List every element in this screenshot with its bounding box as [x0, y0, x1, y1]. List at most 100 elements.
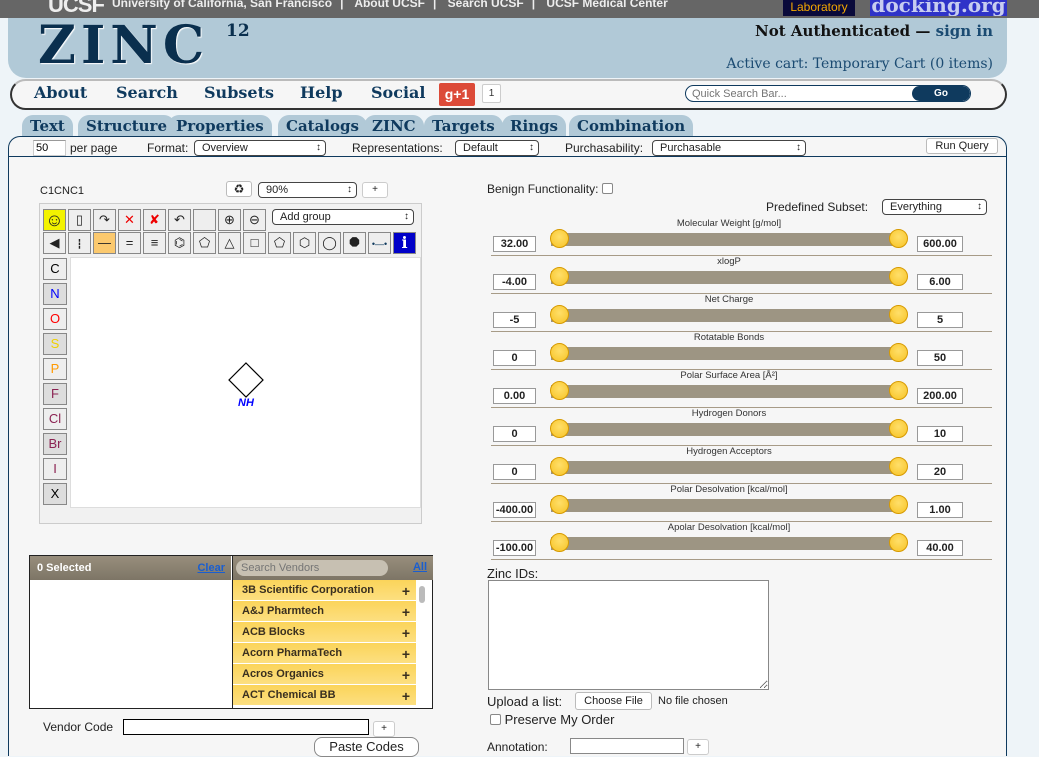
purchasability-select[interactable]: Purchasable	[652, 140, 806, 156]
ucsf-link-medical-center[interactable]: UCSF Medical Center	[546, 0, 667, 10]
recycle-button[interactable]: ♻	[226, 181, 252, 197]
property-range-track[interactable]	[551, 499, 901, 512]
atom-button-i[interactable]: I	[43, 458, 67, 480]
atom-button-x[interactable]: X	[43, 483, 67, 505]
add-vendor-icon[interactable]: +	[402, 583, 410, 599]
property-range-track[interactable]	[551, 423, 901, 436]
blank-tool-button[interactable]	[193, 209, 216, 231]
representations-select[interactable]: Default	[455, 140, 539, 156]
property-range-track[interactable]	[551, 309, 901, 322]
per-page-input[interactable]	[33, 140, 66, 156]
range-max-handle[interactable]	[889, 343, 908, 362]
smiley-button[interactable]: ☺	[43, 209, 66, 231]
property-min-input[interactable]: -5	[493, 312, 536, 328]
property-min-input[interactable]: 0.00	[493, 388, 536, 404]
cyclopentadiene-button[interactable]: ⬠	[193, 232, 216, 254]
pentagon-ring-button[interactable]: ⬠	[268, 232, 291, 254]
rotate-add-button[interactable]: ↷	[93, 209, 116, 231]
range-min-handle[interactable]	[550, 495, 569, 514]
tab-rings[interactable]: Rings	[502, 115, 567, 137]
property-max-input[interactable]: 600.00	[917, 236, 963, 252]
laboratory-badge[interactable]: Laboratory	[783, 0, 855, 16]
info-button[interactable]: i	[393, 232, 416, 254]
add-vendor-icon[interactable]: +	[402, 688, 410, 704]
range-min-handle[interactable]	[550, 343, 569, 362]
vendor-list-scrollbar[interactable]	[419, 586, 425, 603]
sketch-canvas[interactable]: NH	[70, 257, 421, 508]
double-bond-button[interactable]: =	[118, 232, 141, 254]
quick-search-go-button[interactable]: Go	[912, 86, 970, 101]
square-ring-button[interactable]: □	[243, 232, 266, 254]
add-vendor-code-button[interactable]: +	[373, 721, 395, 737]
zinc-logo[interactable]: ZINC	[38, 18, 209, 74]
vendor-list-item[interactable]: Acros Organics +	[233, 664, 416, 685]
ucsf-link-about[interactable]: About UCSF	[354, 0, 425, 10]
tab-zinc[interactable]: ZINC	[364, 115, 424, 137]
wedge-bond-button[interactable]: ◀	[43, 232, 66, 254]
hash-bond-button[interactable]: ┇	[68, 232, 91, 254]
add-annotation-button[interactable]: +	[687, 739, 709, 755]
preserve-order-checkbox[interactable]	[490, 714, 501, 725]
vendor-list-item[interactable]: Acorn PharmaTech +	[233, 643, 416, 664]
add-vendor-icon[interactable]: +	[402, 646, 410, 662]
property-min-input[interactable]: 0	[493, 350, 536, 366]
new-page-button[interactable]: ▯	[68, 209, 91, 231]
vendor-search-input[interactable]	[236, 560, 388, 576]
atom-button-s[interactable]: S	[43, 333, 67, 355]
ucsf-link-search[interactable]: Search UCSF	[448, 0, 524, 10]
property-min-input[interactable]: -4.00	[493, 274, 536, 290]
property-range-track[interactable]	[551, 233, 901, 246]
atom-button-c[interactable]: C	[43, 258, 67, 280]
vendor-list-item[interactable]: ACB Blocks +	[233, 622, 416, 643]
add-group-select[interactable]: Add group	[272, 209, 414, 225]
sign-in-link[interactable]: sign in	[936, 22, 993, 40]
add-vendor-icon[interactable]: +	[402, 604, 410, 620]
range-min-handle[interactable]	[550, 229, 569, 248]
zoom-select[interactable]: 90%	[258, 182, 357, 198]
charge-plus-button[interactable]: ⊕	[218, 209, 241, 231]
octagon-ring-button[interactable]: ⯃	[343, 232, 366, 254]
nav-about[interactable]: About	[34, 83, 87, 102]
property-max-input[interactable]: 200.00	[917, 388, 963, 404]
property-range-track[interactable]	[551, 461, 901, 474]
property-range-track[interactable]	[551, 385, 901, 398]
range-min-handle[interactable]	[550, 381, 569, 400]
heptagon-ring-button[interactable]: ◯	[318, 232, 341, 254]
atom-button-p[interactable]: P	[43, 358, 67, 380]
range-max-handle[interactable]	[889, 229, 908, 248]
tab-catalogs[interactable]: Catalogs	[278, 115, 367, 137]
range-min-handle[interactable]	[550, 267, 569, 286]
property-max-input[interactable]: 40.00	[917, 540, 963, 556]
single-bond-button[interactable]: —	[93, 232, 116, 254]
vendor-list-item[interactable]: ACT Chemical BB +	[233, 685, 416, 706]
docking-org-badge[interactable]: docking.org	[870, 0, 1007, 16]
atom-button-f[interactable]: F	[43, 383, 67, 405]
nav-help[interactable]: Help	[300, 83, 343, 102]
range-min-handle[interactable]	[550, 533, 569, 552]
property-max-input[interactable]: 5	[917, 312, 963, 328]
nav-search[interactable]: Search	[116, 83, 178, 102]
clear-all-button[interactable]: ✘	[143, 209, 166, 231]
active-cart-link[interactable]: Active cart: Temporary Cart (0 items)	[726, 56, 993, 72]
charge-minus-button[interactable]: ⊖	[243, 209, 266, 231]
property-max-input[interactable]: 50	[917, 350, 963, 366]
property-min-input[interactable]: 0	[493, 464, 536, 480]
atom-button-n[interactable]: N	[43, 283, 67, 305]
all-vendors-link[interactable]: All	[413, 561, 427, 573]
chain-button[interactable]: •—•	[368, 232, 391, 254]
property-min-input[interactable]: 0	[493, 426, 536, 442]
benzene-button[interactable]: ⌬	[168, 232, 191, 254]
vendor-code-input[interactable]	[123, 719, 369, 735]
property-max-input[interactable]: 6.00	[917, 274, 963, 290]
tab-targets[interactable]: Targets	[424, 115, 503, 137]
range-max-handle[interactable]	[889, 533, 908, 552]
property-range-track[interactable]	[551, 271, 901, 284]
property-min-input[interactable]: 32.00	[493, 236, 536, 252]
vendor-list-item[interactable]: 3B Scientific Corporation +	[233, 580, 416, 601]
property-range-track[interactable]	[551, 537, 901, 550]
format-select[interactable]: Overview	[194, 140, 326, 156]
add-vendor-icon[interactable]: +	[402, 667, 410, 683]
range-max-handle[interactable]	[889, 457, 908, 476]
atom-button-o[interactable]: O	[43, 308, 67, 330]
range-max-handle[interactable]	[889, 495, 908, 514]
